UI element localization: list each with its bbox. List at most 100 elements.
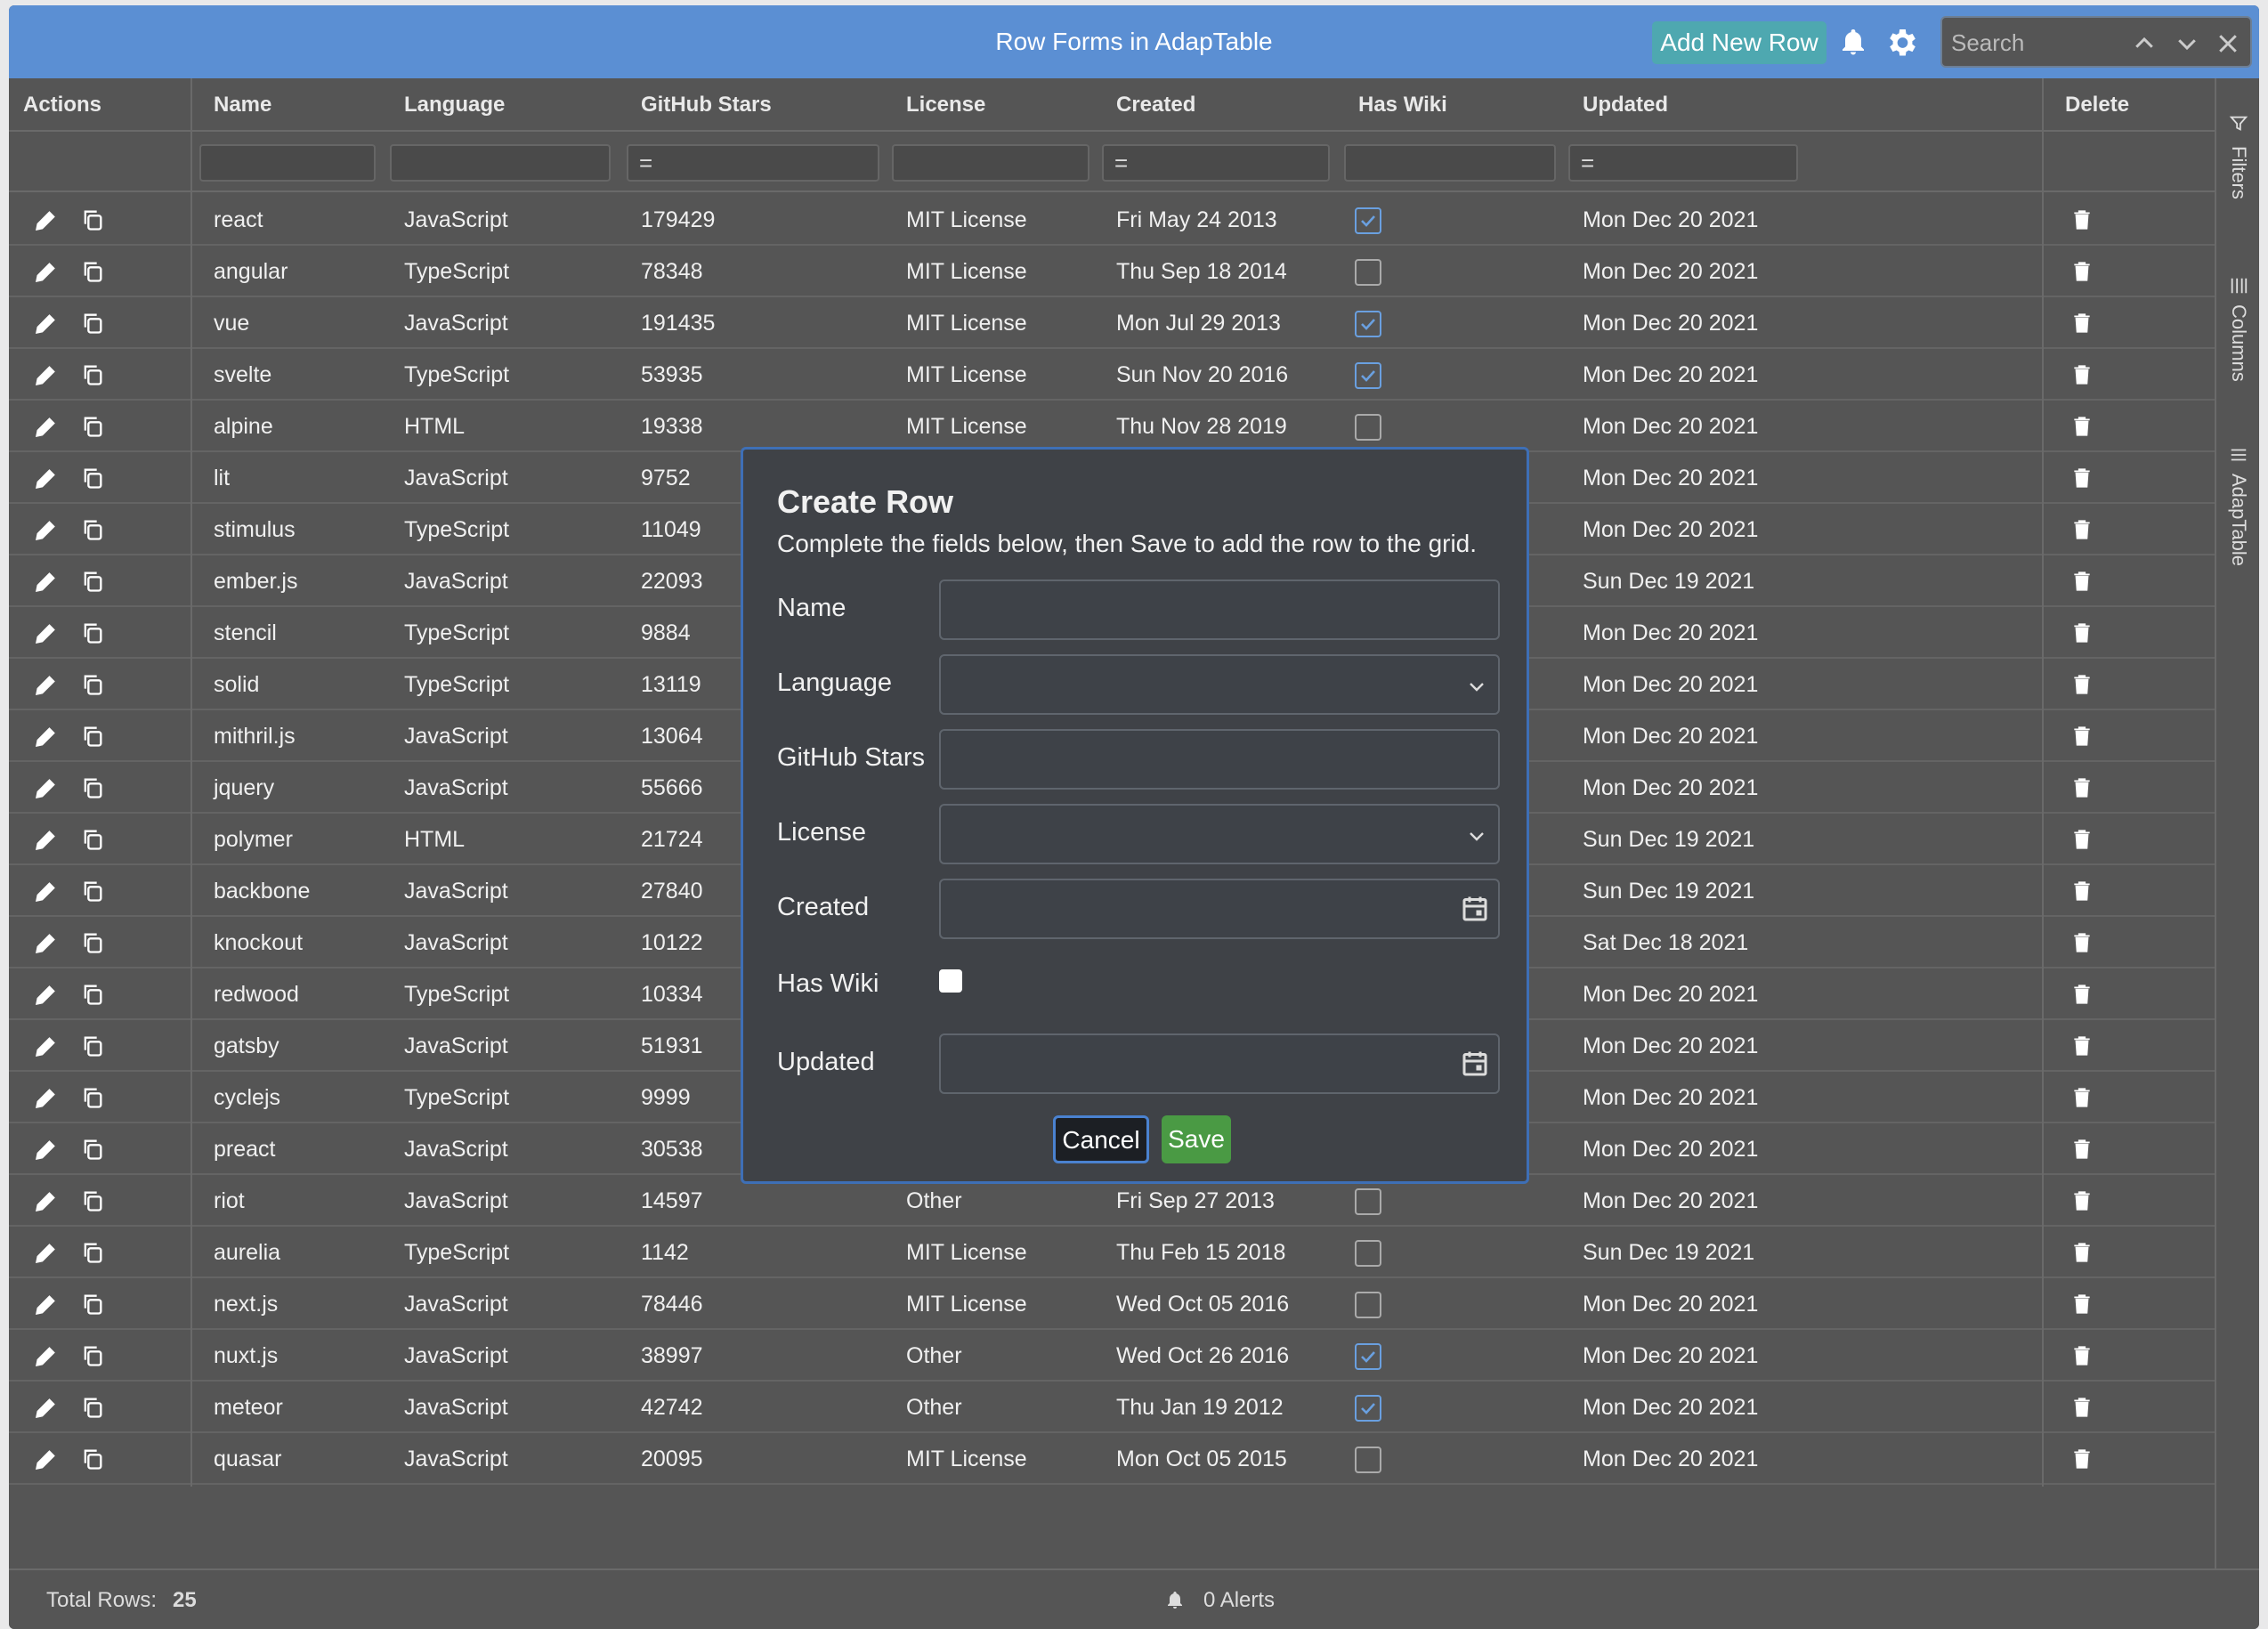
edit-icon[interactable] — [34, 1447, 59, 1476]
edit-icon[interactable] — [34, 1292, 59, 1321]
clone-icon[interactable] — [80, 672, 105, 701]
cell-name[interactable]: nuxt.js — [199, 1330, 278, 1382]
filter-language[interactable] — [390, 144, 611, 182]
cell-license[interactable]: Other — [892, 1382, 962, 1433]
edit-icon[interactable] — [34, 1033, 59, 1063]
filter-github-stars[interactable]: = — [627, 144, 879, 182]
trash-icon[interactable] — [2070, 1293, 2094, 1320]
cell-name[interactable]: angular — [199, 246, 288, 297]
clone-icon[interactable] — [80, 1240, 105, 1269]
cell-language[interactable]: JavaScript — [390, 710, 508, 762]
name-input[interactable] — [939, 579, 1500, 640]
has-wiki-checkbox[interactable] — [1355, 1447, 1381, 1473]
cell-stars[interactable]: 1142 — [627, 1227, 689, 1278]
edit-icon[interactable] — [34, 1240, 59, 1269]
cell-license[interactable]: Other — [892, 1330, 962, 1382]
trash-icon[interactable] — [2070, 725, 2094, 752]
clone-icon[interactable] — [80, 827, 105, 856]
filter-has-wiki[interactable] — [1344, 144, 1556, 182]
cell-stars[interactable]: 13064 — [627, 710, 703, 762]
gear-icon[interactable] — [1883, 25, 1919, 61]
license-select[interactable] — [939, 804, 1500, 864]
clone-icon[interactable] — [80, 1292, 105, 1321]
cell-created[interactable]: Fri May 24 2013 — [1102, 194, 1277, 246]
edit-icon[interactable] — [34, 879, 59, 908]
trash-icon[interactable] — [2070, 260, 2094, 288]
cell-language[interactable]: TypeScript — [390, 607, 509, 659]
cell-license[interactable]: MIT License — [892, 349, 1027, 401]
cell-language[interactable]: HTML — [390, 814, 465, 865]
sidebar-tab-adaptable[interactable]: AdapTable — [2216, 445, 2259, 605]
clone-icon[interactable] — [80, 724, 105, 753]
trash-icon[interactable] — [2070, 1138, 2094, 1165]
cell-name[interactable]: next.js — [199, 1278, 278, 1330]
has-wiki-checkbox[interactable] — [939, 969, 962, 993]
calendar-icon[interactable] — [1459, 893, 1491, 925]
cell-name[interactable]: riot — [199, 1175, 245, 1227]
edit-icon[interactable] — [34, 827, 59, 856]
cell-name[interactable]: svelte — [199, 349, 271, 401]
cell-name[interactable]: alpine — [199, 401, 273, 452]
cell-stars[interactable]: 14597 — [627, 1175, 703, 1227]
clone-icon[interactable] — [80, 879, 105, 908]
edit-icon[interactable] — [34, 672, 59, 701]
cell-language[interactable]: TypeScript — [390, 1227, 509, 1278]
cell-language[interactable]: JavaScript — [390, 865, 508, 917]
cell-updated[interactable]: Mon Dec 20 2021 — [1568, 1072, 1758, 1123]
clone-icon[interactable] — [80, 1137, 105, 1166]
clone-icon[interactable] — [80, 311, 105, 340]
clone-icon[interactable] — [80, 466, 105, 495]
edit-icon[interactable] — [34, 930, 59, 960]
cell-updated[interactable]: Mon Dec 20 2021 — [1568, 607, 1758, 659]
clone-icon[interactable] — [80, 930, 105, 960]
clone-icon[interactable] — [80, 569, 105, 598]
clone-icon[interactable] — [80, 362, 105, 392]
cell-language[interactable]: JavaScript — [390, 1382, 508, 1433]
cell-name[interactable]: aurelia — [199, 1227, 280, 1278]
cell-language[interactable]: JavaScript — [390, 1433, 508, 1485]
trash-icon[interactable] — [2070, 828, 2094, 855]
trash-icon[interactable] — [2070, 518, 2094, 546]
edit-icon[interactable] — [34, 982, 59, 1011]
cell-created[interactable]: Wed Oct 05 2016 — [1102, 1278, 1289, 1330]
cell-license[interactable]: MIT License — [892, 194, 1027, 246]
cell-updated[interactable]: Mon Dec 20 2021 — [1568, 762, 1758, 814]
cell-created[interactable]: Mon Jul 29 2013 — [1102, 297, 1281, 349]
cell-name[interactable]: ember.js — [199, 555, 297, 607]
cell-updated[interactable]: Mon Dec 20 2021 — [1568, 1382, 1758, 1433]
cell-language[interactable]: JavaScript — [390, 917, 508, 968]
cell-updated[interactable]: Mon Dec 20 2021 — [1568, 349, 1758, 401]
cell-stars[interactable]: 179429 — [627, 194, 715, 246]
header-updated[interactable]: Updated — [1568, 78, 1809, 132]
edit-icon[interactable] — [34, 620, 59, 650]
cell-updated[interactable]: Mon Dec 20 2021 — [1568, 659, 1758, 710]
clone-icon[interactable] — [80, 1343, 105, 1373]
clone-icon[interactable] — [80, 414, 105, 443]
cell-name[interactable]: cyclejs — [199, 1072, 280, 1123]
edit-icon[interactable] — [34, 207, 59, 237]
edit-icon[interactable] — [34, 775, 59, 805]
alerts-count[interactable]: 0 Alerts — [1203, 1588, 1275, 1613]
cell-updated[interactable]: Mon Dec 20 2021 — [1568, 194, 1758, 246]
cell-language[interactable]: JavaScript — [390, 194, 508, 246]
cell-created[interactable]: Thu Feb 15 2018 — [1102, 1227, 1285, 1278]
edit-icon[interactable] — [34, 1137, 59, 1166]
cell-stars[interactable]: 9884 — [627, 607, 691, 659]
edit-icon[interactable] — [34, 1343, 59, 1373]
cell-name[interactable]: react — [199, 194, 263, 246]
cell-created[interactable]: Mon Oct 05 2015 — [1102, 1433, 1287, 1485]
cell-stars[interactable]: 13119 — [627, 659, 701, 710]
has-wiki-checkbox[interactable] — [1355, 414, 1381, 441]
cell-updated[interactable]: Mon Dec 20 2021 — [1568, 1330, 1758, 1382]
cell-language[interactable]: JavaScript — [390, 762, 508, 814]
cell-name[interactable]: solid — [199, 659, 259, 710]
has-wiki-checkbox[interactable] — [1355, 207, 1381, 234]
cell-stars[interactable]: 27840 — [627, 865, 703, 917]
has-wiki-checkbox[interactable] — [1355, 1395, 1381, 1422]
cell-name[interactable]: knockout — [199, 917, 303, 968]
trash-icon[interactable] — [2070, 312, 2094, 339]
clone-icon[interactable] — [80, 1395, 105, 1424]
cell-language[interactable]: JavaScript — [390, 1330, 508, 1382]
cell-updated[interactable]: Sun Dec 19 2021 — [1568, 1227, 1754, 1278]
cell-updated[interactable]: Sun Dec 19 2021 — [1568, 555, 1754, 607]
